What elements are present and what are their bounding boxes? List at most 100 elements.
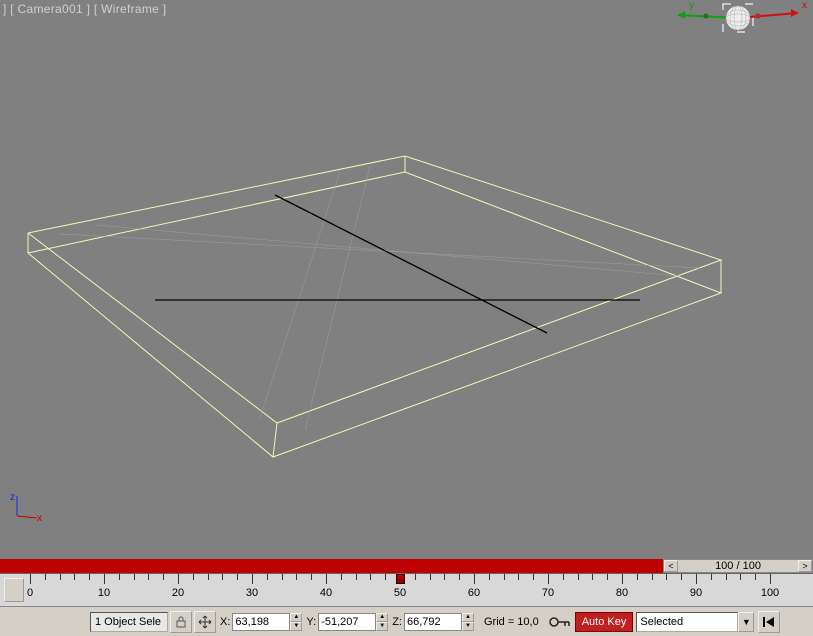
ruler-label: 100 (761, 587, 779, 599)
key-icon (549, 615, 571, 629)
timeline-ruler[interactable]: 0102030405060708090100 (30, 574, 780, 607)
lock-icon (175, 616, 187, 628)
ruler-tick (30, 574, 31, 584)
coord-y-input[interactable] (318, 613, 376, 631)
coord-z-label: Z: (392, 616, 402, 628)
ruler-minor-tick (267, 574, 268, 580)
viewcube[interactable]: y x (643, 0, 813, 50)
ruler-minor-tick (726, 574, 727, 580)
ruler-minor-tick (134, 574, 135, 580)
scroll-left-button[interactable]: < (664, 560, 678, 572)
ruler-minor-tick (89, 574, 90, 580)
ruler-minor-tick (533, 574, 534, 580)
scroll-right-button[interactable]: > (798, 560, 812, 572)
coord-y-spinner[interactable]: ▲▼ (376, 613, 388, 631)
ruler-minor-tick (311, 574, 312, 580)
axis-x-label: x (37, 513, 42, 524)
ruler-minor-tick (740, 574, 741, 580)
timeline[interactable]: 0102030405060708090100 (0, 573, 813, 606)
ruler-tick (104, 574, 105, 584)
time-slider-knob[interactable] (396, 574, 405, 584)
key-filter-value: Selected (636, 612, 738, 632)
ruler-minor-tick (459, 574, 460, 580)
ruler-tick (548, 574, 549, 584)
coord-x-input[interactable] (232, 613, 290, 631)
ruler-tick (326, 574, 327, 584)
frame-readout: 100 / 100 (678, 560, 798, 572)
ruler-minor-tick (444, 574, 445, 580)
coord-z-group: Z: ▲▼ (390, 613, 474, 631)
ruler-label: 70 (542, 587, 554, 599)
ruler-minor-tick (119, 574, 120, 580)
set-key-button[interactable] (547, 611, 573, 633)
ruler-minor-tick (504, 574, 505, 580)
ruler-minor-tick (193, 574, 194, 580)
ruler-minor-tick (563, 574, 564, 580)
goto-start-icon (762, 616, 776, 628)
chevron-down-icon[interactable]: ▼ (738, 612, 754, 632)
viewcube-y-label: y (689, 0, 694, 11)
coord-y-label: Y: (306, 616, 316, 628)
ruler-label: 0 (27, 587, 33, 599)
viewport-canvas[interactable] (0, 0, 813, 559)
ruler-label: 90 (690, 587, 702, 599)
ruler-minor-tick (578, 574, 579, 580)
ruler-minor-tick (430, 574, 431, 580)
ruler-minor-tick (385, 574, 386, 580)
ruler-minor-tick (607, 574, 608, 580)
coord-z-input[interactable] (404, 613, 462, 631)
ruler-tick (770, 574, 771, 584)
ruler-label: 30 (246, 587, 258, 599)
ruler-minor-tick (370, 574, 371, 580)
ruler-minor-tick (341, 574, 342, 580)
timeline-config-button[interactable] (4, 578, 24, 602)
ruler-minor-tick (208, 574, 209, 580)
key-filter-dropdown[interactable]: Selected ▼ (636, 612, 754, 632)
ruler-minor-tick (415, 574, 416, 580)
ruler-minor-tick (74, 574, 75, 580)
viewcube-x-label: x (802, 0, 807, 11)
ruler-minor-tick (163, 574, 164, 580)
ruler-minor-tick (755, 574, 756, 580)
ruler-minor-tick (711, 574, 712, 580)
transform-type-button[interactable] (194, 611, 216, 633)
ruler-minor-tick (45, 574, 46, 580)
axis-z-label: z (10, 492, 15, 503)
ruler-minor-tick (60, 574, 61, 580)
ruler-tick (696, 574, 697, 584)
viewport[interactable]: ] [ Camera001 ] [ Wireframe ] (0, 0, 813, 559)
ruler-tick (474, 574, 475, 584)
grid-readout: Grid = 10,0 (480, 613, 543, 631)
ruler-label: 50 (394, 587, 406, 599)
ruler-tick (622, 574, 623, 584)
ruler-label: 20 (172, 587, 184, 599)
ruler-minor-tick (356, 574, 357, 580)
ruler-minor-tick (666, 574, 667, 580)
ruler-minor-tick (222, 574, 223, 580)
move-icon (198, 615, 212, 629)
ruler-minor-tick (489, 574, 490, 580)
trackbar[interactable]: < 100 / 100 > (0, 559, 813, 573)
ruler-minor-tick (282, 574, 283, 580)
ruler-tick (178, 574, 179, 584)
ruler-label: 40 (320, 587, 332, 599)
coord-x-label: X: (220, 616, 230, 628)
coord-x-spinner[interactable]: ▲▼ (290, 613, 302, 631)
ruler-minor-tick (518, 574, 519, 580)
ruler-label: 60 (468, 587, 480, 599)
coord-y-group: Y: ▲▼ (304, 613, 388, 631)
ruler-label: 10 (98, 587, 110, 599)
coord-x-group: X: ▲▼ (218, 613, 302, 631)
coord-z-spinner[interactable]: ▲▼ (462, 613, 474, 631)
frame-scroll[interactable]: < 100 / 100 > (663, 559, 813, 573)
status-bar: 1 Object Sele X: ▲▼ Y: ▲▼ Z: ▲▼ Grid = 1… (0, 606, 813, 636)
selection-lock-button[interactable] (170, 611, 192, 633)
ruler-minor-tick (296, 574, 297, 580)
goto-start-button[interactable] (758, 611, 780, 633)
ruler-minor-tick (592, 574, 593, 580)
ruler-tick (252, 574, 253, 584)
autokey-button[interactable]: Auto Key (575, 612, 634, 632)
selection-readout: 1 Object Sele (90, 612, 168, 632)
ruler-minor-tick (237, 574, 238, 580)
ruler-minor-tick (637, 574, 638, 580)
